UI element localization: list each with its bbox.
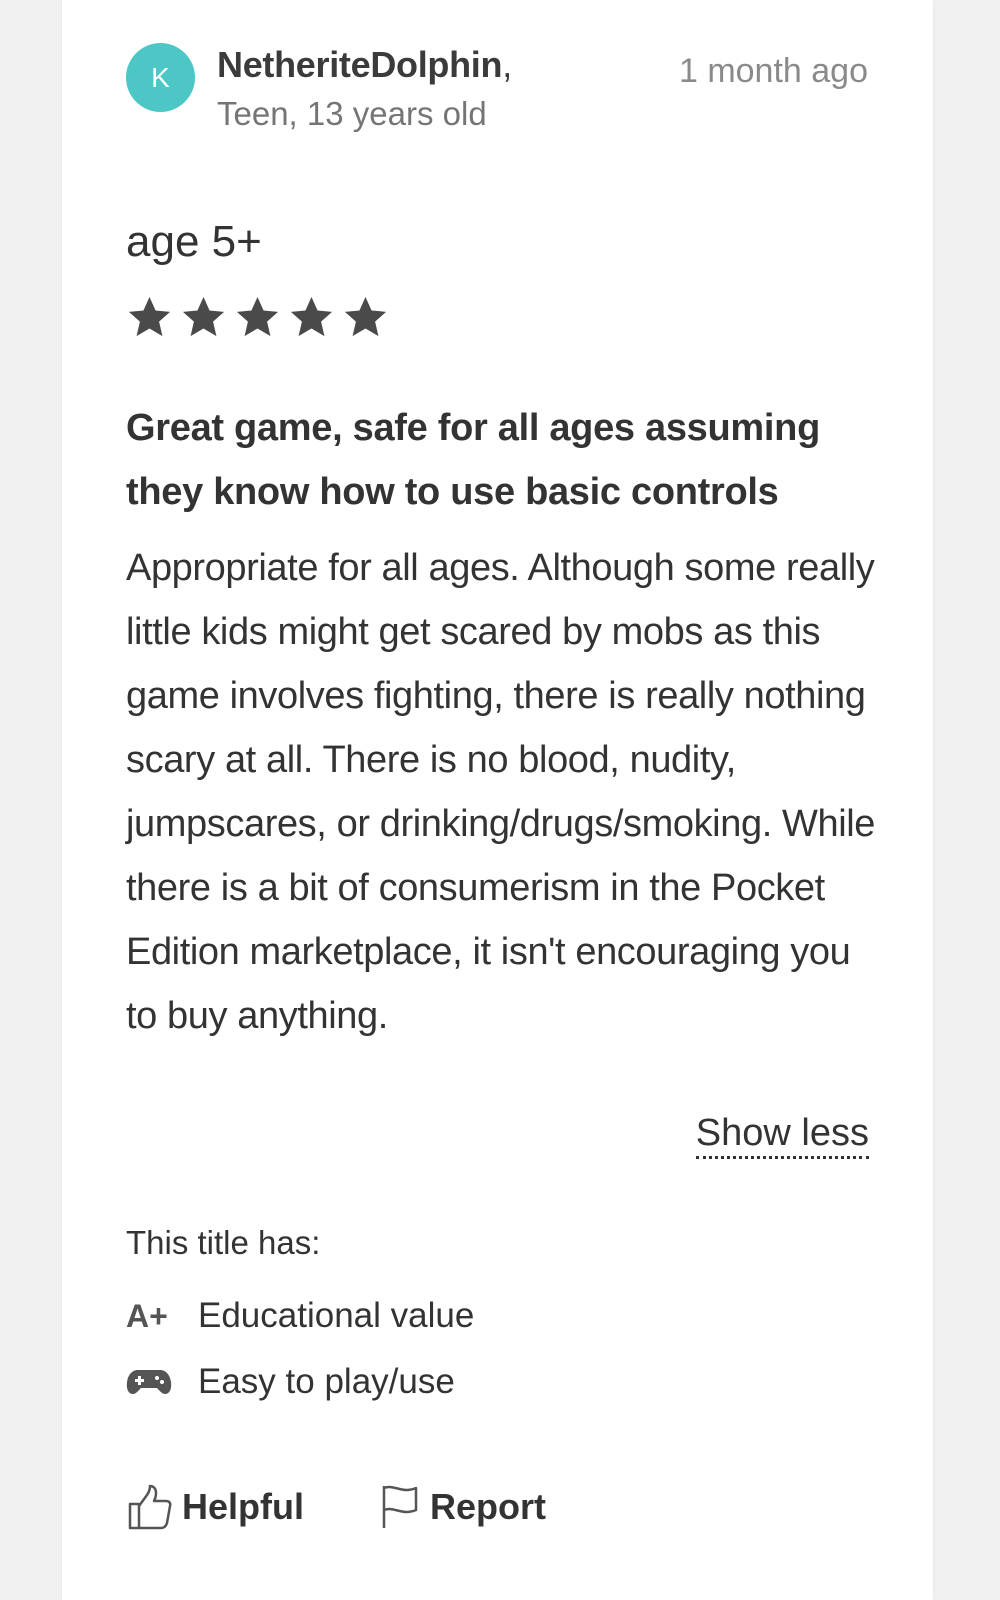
report-label: Report (430, 1486, 546, 1527)
report-button[interactable]: Report (380, 1484, 546, 1530)
flag-icon (382, 1485, 418, 1528)
gamepad-icon (126, 1362, 178, 1402)
title-has-label: This title has: (126, 1224, 321, 1261)
attribute-label: Easy to play/use (198, 1362, 455, 1401)
review-timestamp: 1 month ago (678, 52, 868, 90)
helpful-label: Helpful (182, 1486, 304, 1527)
avatar-letter: K (151, 61, 170, 93)
a-plus-icon: A+ (126, 1297, 168, 1334)
star-rating (126, 294, 389, 341)
attribute-easy-to-play: Easy to play/use (126, 1362, 455, 1402)
show-less-link[interactable]: Show less (695, 1110, 869, 1159)
reviewer-info: Teen, 13 years old (217, 95, 487, 132)
review-body: Appropriate for all ages. Although some … (126, 547, 876, 1037)
age-rating: age 5+ (126, 217, 262, 266)
star-icon (290, 296, 333, 337)
star-icon (182, 296, 225, 337)
reviewer-name-line: NetheriteDolphin, (217, 44, 512, 86)
star-icon (128, 296, 171, 337)
avatar: K (126, 43, 195, 112)
star-icon (236, 296, 279, 337)
helpful-button[interactable]: Helpful (128, 1484, 304, 1530)
reviewer-name-suffix: , (502, 44, 512, 85)
star-icon (344, 296, 387, 337)
attribute-label: Educational value (198, 1296, 475, 1335)
attribute-educational-value: A+ Educational value (126, 1296, 474, 1336)
reviewer-name[interactable]: NetheriteDolphin (217, 44, 503, 85)
review-title: Great game, safe for all ages assuming t… (126, 407, 820, 513)
thumbs-up-icon (128, 1484, 172, 1530)
